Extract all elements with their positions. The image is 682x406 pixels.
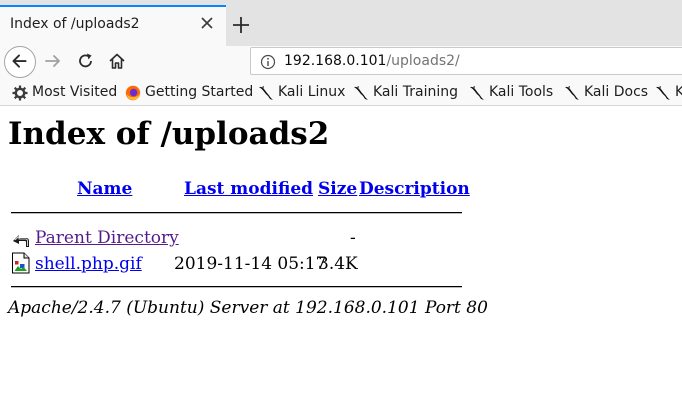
bookmarks-toolbar: Most Visited Getting Started Kali Linux … xyxy=(0,80,682,106)
close-tab-icon[interactable] xyxy=(196,12,218,34)
bookmark-label: Kali Training xyxy=(373,84,458,100)
column-header-size[interactable]: Size xyxy=(318,179,357,199)
tab-title: Index of /uploads2 xyxy=(10,16,140,32)
bookmark-label: Getting Started xyxy=(145,84,254,100)
kali-dragon-icon xyxy=(259,86,273,100)
server-signature: Apache/2.4.7 (Ubuntu) Server at 192.168.… xyxy=(8,298,488,318)
url-host: 192.168.0.101 xyxy=(284,53,387,69)
tab-active[interactable]: Index of /uploads2 xyxy=(0,5,226,46)
file-link-shell-php-gif[interactable]: shell.php.gif xyxy=(35,254,142,274)
tab-strip: Index of /uploads2 xyxy=(0,0,682,46)
info-icon[interactable] xyxy=(260,54,276,70)
separator-bottom xyxy=(11,286,462,288)
url-path: /uploads2/ xyxy=(386,53,460,69)
row-size: 3.4K xyxy=(318,254,358,274)
column-header-name[interactable]: Name xyxy=(77,179,132,199)
kali-dragon-icon xyxy=(656,86,670,100)
column-header-description[interactable]: Description xyxy=(359,179,470,199)
back-arrow-icon xyxy=(12,54,27,68)
home-icon[interactable] xyxy=(107,51,127,71)
page-title: Index of /uploads2 xyxy=(8,116,330,152)
parent-directory-link[interactable]: Parent Directory xyxy=(35,228,179,248)
new-tab-plus-icon[interactable] xyxy=(230,14,252,36)
row-size: - xyxy=(350,228,356,248)
firefox-icon xyxy=(125,85,141,101)
bookmark-label: Kali Docs xyxy=(584,84,649,100)
kali-dragon-icon xyxy=(354,86,368,100)
row-modified: 2019-11-14 05:17 xyxy=(174,254,327,274)
separator-top xyxy=(11,212,462,214)
forward-arrow-icon[interactable] xyxy=(43,51,63,71)
back-button[interactable] xyxy=(4,46,36,78)
navigation-toolbar: 192.168.0.101/uploads2/ xyxy=(0,46,682,80)
url-bar[interactable]: 192.168.0.101/uploads2/ xyxy=(250,47,682,75)
bookmark-label: Most Visited xyxy=(32,84,118,100)
kali-dragon-icon xyxy=(470,86,484,100)
page-content: Index of /uploads2 Name Last modified Si… xyxy=(0,106,682,406)
url-text[interactable]: 192.168.0.101/uploads2/ xyxy=(284,53,460,69)
column-header-last-modified[interactable]: Last modified xyxy=(184,179,313,199)
gear-icon xyxy=(12,85,28,101)
reload-icon[interactable] xyxy=(76,51,96,71)
kali-dragon-icon xyxy=(565,86,579,100)
bookmark-label: Kali Linux xyxy=(278,84,346,100)
bookmark-label: K xyxy=(675,84,682,100)
back-folder-icon xyxy=(13,235,29,247)
image-file-icon xyxy=(12,252,30,274)
bookmark-label: Kali Tools xyxy=(489,84,554,100)
